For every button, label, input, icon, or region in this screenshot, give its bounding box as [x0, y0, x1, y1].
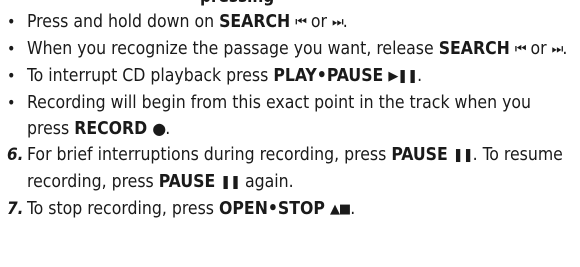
text-run: . [165, 119, 171, 139]
bullet-marker: • [7, 93, 16, 112]
open-stop-icon: ▲■ [329, 202, 351, 217]
step-number: 6. [7, 145, 24, 165]
play-pause-icon: ▶❚❚ [388, 69, 418, 84]
button-name: PLAY•PAUSE [273, 66, 384, 86]
text-run: To interrupt CD playback press [27, 66, 274, 86]
text-run: . [417, 66, 423, 86]
manual-page: pressing • Press and hold down on SEARCH … [0, 0, 580, 267]
text-run: . [350, 199, 356, 219]
text-run: To stop recording, press [27, 199, 220, 219]
text-run: . [562, 39, 568, 59]
instruction-text: For brief interruptions during recording… [27, 145, 563, 192]
bullet-marker: • [7, 66, 16, 85]
text-run: For brief interruptions during recording… [27, 145, 392, 165]
pause-icon: ❚❚ [452, 148, 474, 163]
text-run: again. [240, 172, 294, 192]
instruction-item: • Press and hold down on SEARCH ⏮ or ⏭. [7, 9, 577, 36]
text-run: Press and hold down on [27, 12, 220, 32]
button-name: RECORD [74, 119, 148, 139]
search-back-icon: ⏮ [514, 42, 527, 57]
instruction-text: When you recognize the passage you want,… [27, 39, 567, 59]
instruction-item: • Recording will begin from this exact po… [7, 90, 577, 142]
button-name: SEARCH [438, 39, 510, 59]
instruction-item: • To interrupt CD playback press PLAY•PAU… [7, 63, 577, 90]
record-icon: ● [152, 119, 166, 138]
pause-icon: ❚❚ [220, 175, 241, 190]
text-run: . [342, 12, 348, 32]
bullet-marker: • [7, 12, 16, 31]
button-name: PAUSE [158, 172, 216, 192]
instruction-text: To stop recording, press OPEN•STOP ▲■. [27, 199, 355, 219]
instruction-item: 7. To stop recording, press OPEN•STOP ▲■. [7, 196, 577, 223]
instruction-text: Press and hold down on SEARCH ⏮ or ⏭. [27, 12, 348, 32]
bullet-marker: • [7, 39, 16, 58]
instruction-list: • Press and hold down on SEARCH ⏮ or ⏭. • W… [7, 9, 577, 223]
step-number: 7. [7, 199, 24, 219]
button-name: SEARCH [219, 12, 291, 32]
text-run: or [305, 12, 333, 32]
search-forward-icon: ⏭ [332, 15, 344, 30]
instruction-item: • When you recognize the passage you want… [7, 36, 577, 63]
section-heading-fragment: pressing [200, 0, 274, 7]
text-run: When you recognize the passage you want,… [27, 39, 439, 59]
text-run: or [525, 39, 552, 59]
search-forward-icon: ⏭ [551, 42, 564, 57]
search-back-icon: ⏮ [295, 15, 307, 30]
instruction-text: Recording will begin from this exact poi… [27, 93, 531, 139]
instruction-item: 6. For brief interruptions during recordi… [7, 142, 577, 196]
button-name: OPEN•STOP [219, 199, 325, 219]
button-name: PAUSE [391, 145, 448, 165]
instruction-text: To interrupt CD playback press PLAY•PAUS… [27, 66, 422, 86]
